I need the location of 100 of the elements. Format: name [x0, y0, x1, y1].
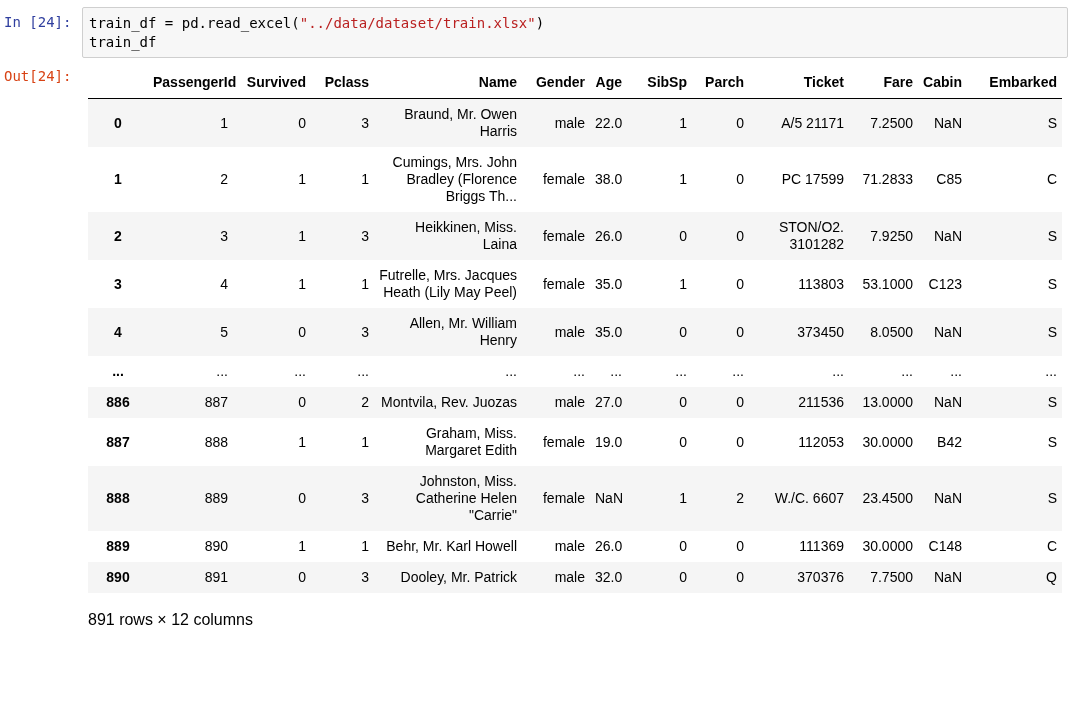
table-cell: male: [522, 562, 590, 593]
table-cell: A/5 21171: [749, 98, 849, 147]
table-cell: Graham, Miss. Margaret Edith: [374, 418, 522, 466]
column-header: Name: [374, 67, 522, 99]
table-cell: Dooley, Mr. Patrick: [374, 562, 522, 593]
table-cell: 3: [311, 212, 374, 260]
column-header: Ticket: [749, 67, 849, 99]
table-cell: 23.4500: [849, 466, 918, 531]
code-line: train_df: [89, 33, 157, 52]
row-index: 886: [88, 387, 148, 418]
table-cell: 7.7500: [849, 562, 918, 593]
code-line: train_df = pd.read_excel("../data/dataset/train.xlsx"): [89, 14, 545, 33]
table-cell: 211536: [749, 387, 849, 418]
table-cell: 4: [148, 260, 233, 308]
table-cell: 0: [233, 466, 311, 531]
table-cell: male: [522, 98, 590, 147]
table-cell: 71.2833: [849, 147, 918, 212]
table-cell: NaN: [918, 212, 967, 260]
table-cell: 111369: [749, 531, 849, 562]
table-cell: 1: [311, 260, 374, 308]
table-cell: C: [967, 147, 1062, 212]
table-cell: C148: [918, 531, 967, 562]
table-cell: 2: [692, 466, 749, 531]
table-cell: NaN: [918, 466, 967, 531]
table-cell: 1: [627, 147, 692, 212]
table-cell: C123: [918, 260, 967, 308]
table-cell: ...: [522, 356, 590, 387]
table-cell: NaN: [918, 308, 967, 356]
table-cell: female: [522, 212, 590, 260]
table-cell: 0: [692, 531, 749, 562]
table-cell: 0: [627, 562, 692, 593]
column-header: Parch: [692, 67, 749, 99]
code-cell[interactable]: train_df = pd.read_excel("../data/dataset/train.xlsx") train_df: [82, 7, 1068, 58]
table-cell: 35.0: [590, 308, 627, 356]
table-summary: 891 rows × 12 columns: [88, 611, 254, 629]
table-cell: C: [967, 531, 1062, 562]
table-cell: 1: [627, 98, 692, 147]
table-cell: ...: [233, 356, 311, 387]
table-cell: ...: [311, 356, 374, 387]
table-cell: ...: [918, 356, 967, 387]
table-cell: 32.0: [590, 562, 627, 593]
table-cell: Montvila, Rev. Juozas: [374, 387, 522, 418]
table-cell: 887: [148, 387, 233, 418]
table-cell: 0: [627, 308, 692, 356]
table-cell: S: [967, 418, 1062, 466]
row-index: 888: [88, 466, 148, 531]
table-cell: S: [967, 98, 1062, 147]
table-cell: 8.0500: [849, 308, 918, 356]
table-cell: 1: [148, 98, 233, 147]
table-cell: S: [967, 212, 1062, 260]
table-cell: S: [967, 466, 1062, 531]
table-cell: ...: [849, 356, 918, 387]
row-index: 889: [88, 531, 148, 562]
table-cell: Allen, Mr. William Henry: [374, 308, 522, 356]
table-cell: 3: [311, 562, 374, 593]
table-cell: female: [522, 260, 590, 308]
table-cell: 13.0000: [849, 387, 918, 418]
table-cell: 370376: [749, 562, 849, 593]
table-cell: ...: [749, 356, 849, 387]
table-cell: 19.0: [590, 418, 627, 466]
table-cell: NaN: [918, 387, 967, 418]
table-cell: 3: [311, 466, 374, 531]
column-header: Pclass: [311, 67, 374, 99]
table-cell: 888: [148, 418, 233, 466]
table-cell: 112053: [749, 418, 849, 466]
column-header: Age: [590, 67, 627, 99]
table-cell: PC 17599: [749, 147, 849, 212]
table-cell: female: [522, 466, 590, 531]
table-cell: 0: [233, 98, 311, 147]
column-header: Fare: [849, 67, 918, 99]
table-cell: W./C. 6607: [749, 466, 849, 531]
output-prompt: Out[24]:: [4, 67, 73, 86]
table-cell: 3: [311, 98, 374, 147]
table-cell: 0: [692, 147, 749, 212]
table-cell: 53.1000: [849, 260, 918, 308]
table-cell: NaN: [918, 98, 967, 147]
table-cell: 26.0: [590, 531, 627, 562]
table-cell: Heikkinen, Miss. Laina: [374, 212, 522, 260]
table-cell: 26.0: [590, 212, 627, 260]
table-cell: 0: [692, 418, 749, 466]
row-index: 890: [88, 562, 148, 593]
table-cell: 1: [311, 531, 374, 562]
table-cell: 27.0: [590, 387, 627, 418]
table-cell: 0: [692, 260, 749, 308]
row-index: 3: [88, 260, 148, 308]
table-cell: S: [967, 308, 1062, 356]
table-cell: male: [522, 531, 590, 562]
table-cell: 38.0: [590, 147, 627, 212]
table-cell: ...: [590, 356, 627, 387]
table-cell: 1: [627, 466, 692, 531]
table-cell: Futrelle, Mrs. Jacques Heath (Lily May Peel): [374, 260, 522, 308]
input-prompt: In [24]:: [4, 13, 73, 32]
table-cell: 0: [233, 308, 311, 356]
table-cell: 7.2500: [849, 98, 918, 147]
table-cell: 22.0: [590, 98, 627, 147]
table-cell: 1: [233, 418, 311, 466]
table-cell: Braund, Mr. Owen Harris: [374, 98, 522, 147]
row-index: 1: [88, 147, 148, 212]
column-header: Embarked: [967, 67, 1062, 99]
column-header: Gender: [522, 67, 590, 99]
